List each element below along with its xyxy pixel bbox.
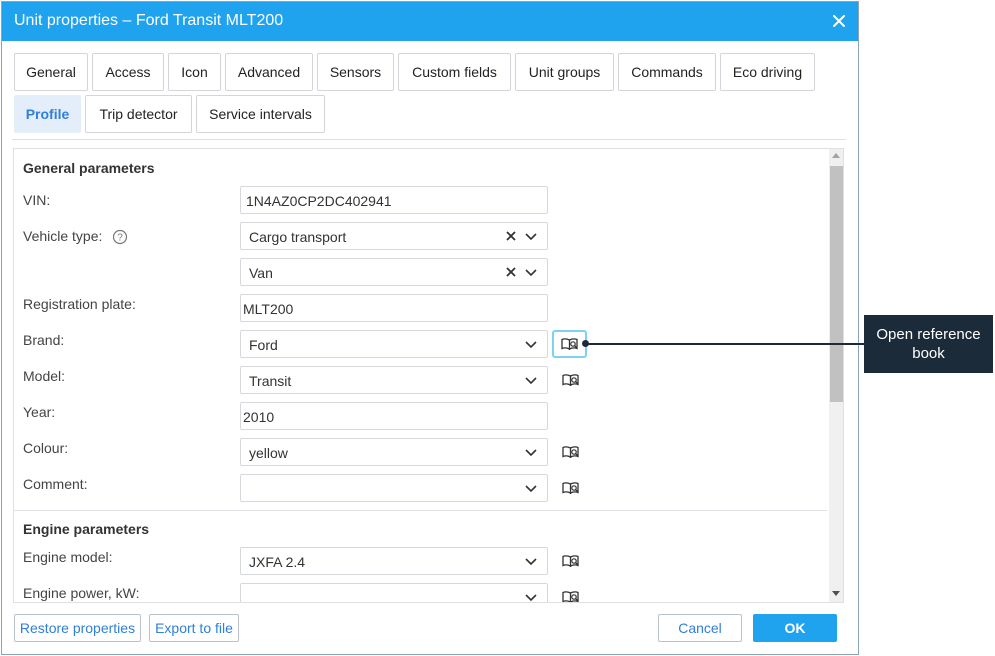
tab-unit-groups[interactable]: Unit groups [515,53,614,91]
vehicle-type-value: Cargo transport [249,229,347,245]
section-divider [14,510,827,511]
brand-label: Brand: [23,332,65,348]
chevron-down-icon[interactable] [525,341,537,349]
reference-book-icon [561,591,579,602]
callout-open-reference-book: Open reference book [864,315,993,373]
clear-x-icon[interactable] [505,266,517,278]
ok-button[interactable]: OK [753,614,837,642]
model-reference-book-button[interactable] [558,368,582,392]
tab-custom-fields[interactable]: Custom fields [398,53,511,91]
colour-select[interactable]: yellow [240,438,548,466]
tab-sensors[interactable]: Sensors [317,53,394,91]
brand-value: Ford [249,337,278,353]
reference-book-icon [561,338,578,350]
restore-properties-button[interactable]: Restore properties [14,614,141,642]
colour-reference-book-button[interactable] [558,440,582,464]
vehicle-type-label: Vehicle type: [23,228,103,244]
comment-select[interactable] [240,474,548,502]
year-label: Year: [23,404,56,420]
tab-advanced[interactable]: Advanced [225,53,313,91]
year-field[interactable]: 2010 [240,402,548,430]
vehicle-subtype-select[interactable]: Van [240,258,548,286]
chevron-down-icon[interactable] [525,377,537,385]
tab-general[interactable]: General [14,53,88,91]
model-value: Transit [249,373,292,389]
cancel-button[interactable]: Cancel [658,614,742,642]
chevron-down-icon[interactable] [525,449,537,457]
section-title-general: General parameters [23,160,155,176]
reference-book-icon [561,555,579,567]
engine-model-label: Engine model: [23,549,113,565]
engine-model-value: JXFA 2.4 [249,554,306,570]
callout-pointer-line [586,343,864,345]
profile-panel: General parameters VIN: 1N4AZ0CP2DC40294… [13,148,844,603]
year-value: 2010 [243,409,275,425]
vin-value: 1N4AZ0CP2DC402941 [246,193,392,209]
vertical-scrollbar[interactable] [829,149,843,602]
colour-label: Colour: [23,440,69,456]
reference-book-icon [561,446,579,458]
tab-commands[interactable]: Commands [618,53,716,91]
reference-book-icon [561,374,579,386]
clear-x-icon[interactable] [505,230,517,242]
registration-plate-field[interactable]: MLT200 [240,294,548,322]
close-icon[interactable] [830,12,848,30]
export-to-file-button[interactable]: Export to file [149,614,239,642]
dialog-title: Unit properties – Ford Transit MLT200 [14,12,284,29]
comment-label: Comment: [23,476,88,492]
model-label: Model: [23,368,66,384]
tabs-divider [12,139,846,140]
comment-reference-book-button[interactable] [558,476,582,500]
registration-plate-value: MLT200 [243,301,294,317]
engine-power-select[interactable] [240,583,548,602]
registration-plate-label: Registration plate: [23,296,136,312]
colour-value: yellow [249,445,288,461]
engine-power-reference-book-button[interactable] [558,585,582,602]
engine-model-select[interactable]: JXFA 2.4 [240,547,548,575]
chevron-down-icon[interactable] [525,269,537,277]
chevron-down-icon[interactable] [525,485,537,493]
chevron-down-icon[interactable] [525,233,537,241]
engine-power-label: Engine power, kW: [23,585,140,601]
svg-text:?: ? [117,233,123,244]
tab-trip-detector[interactable]: Trip detector [85,95,192,133]
vehicle-subtype-value: Van [249,265,273,281]
brand-select[interactable]: Ford [240,330,548,358]
chevron-down-icon[interactable] [525,594,537,602]
tab-service-intervals[interactable]: Service intervals [196,95,325,133]
dialog-titlebar: Unit properties – Ford Transit MLT200 [2,2,858,41]
tab-profile[interactable]: Profile [14,95,81,133]
scroll-thumb[interactable] [830,166,843,402]
question-circle-icon[interactable]: ? [112,229,128,245]
vin-field[interactable]: 1N4AZ0CP2DC402941 [240,186,548,214]
tab-icon[interactable]: Icon [168,53,221,91]
section-title-engine: Engine parameters [23,521,150,537]
scroll-up-arrow-icon[interactable] [832,153,840,158]
reference-book-icon [561,482,579,494]
model-select[interactable]: Transit [240,366,548,394]
callout-pointer-dot [582,340,589,347]
tab-access[interactable]: Access [92,53,164,91]
tab-eco-driving[interactable]: Eco driving [720,53,815,91]
vin-label: VIN: [23,192,51,208]
engine-model-reference-book-button[interactable] [558,549,582,573]
chevron-down-icon[interactable] [525,558,537,566]
scroll-down-arrow-icon[interactable] [832,591,840,596]
vehicle-type-select[interactable]: Cargo transport [240,222,548,250]
